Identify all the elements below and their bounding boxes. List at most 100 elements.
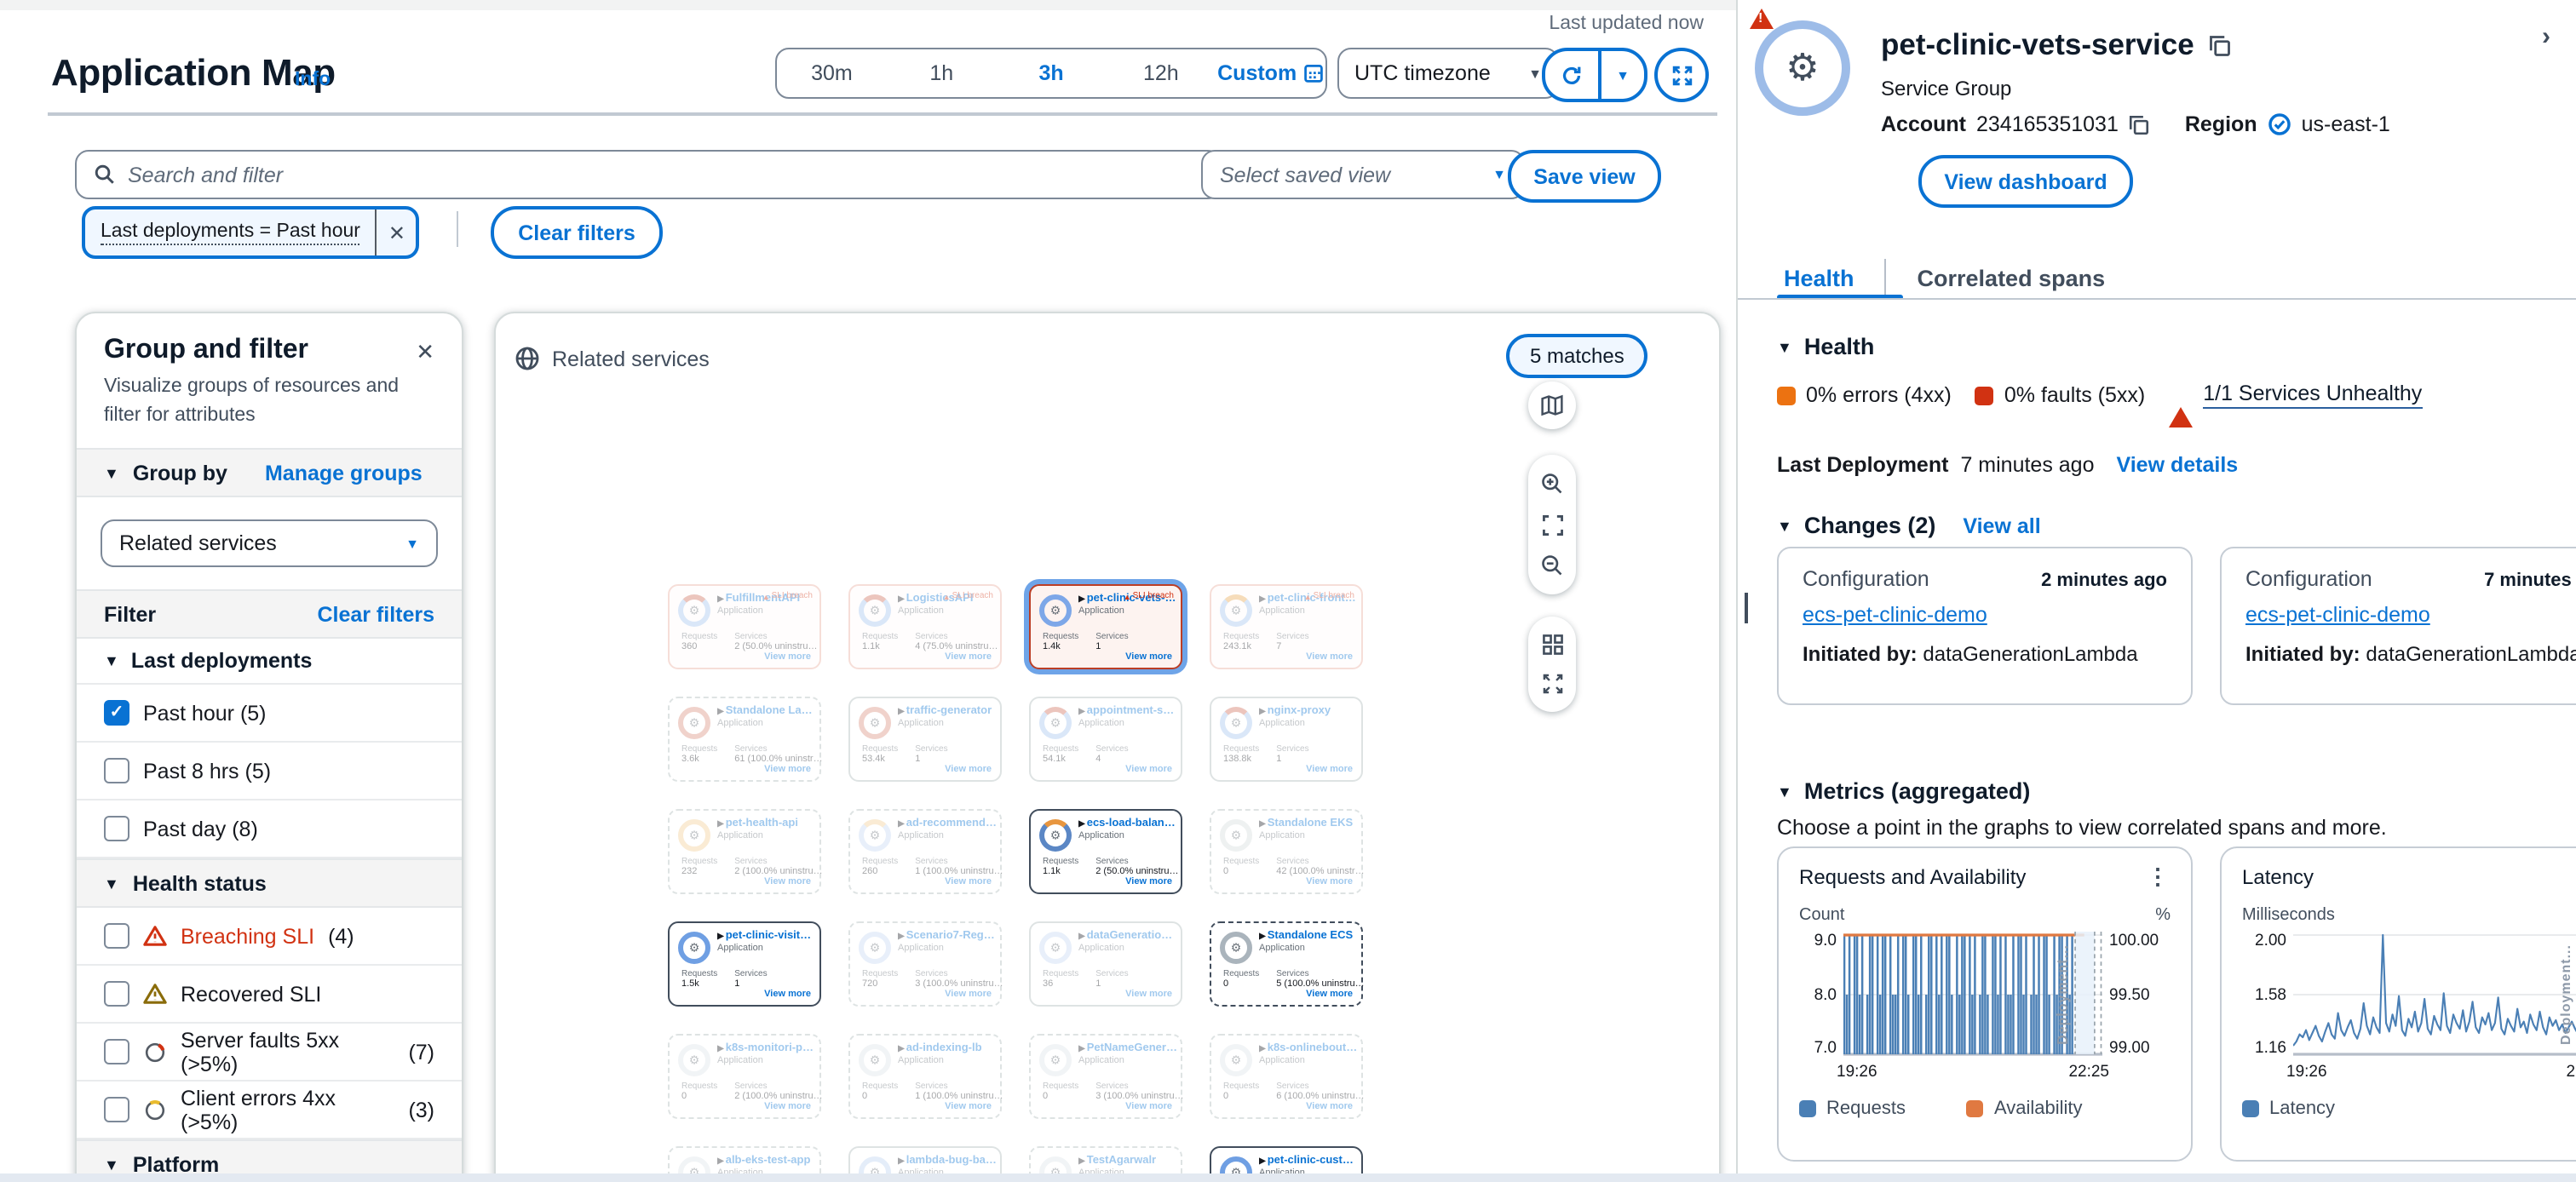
saved-view-select[interactable]: Select saved view ▼: [1201, 150, 1525, 199]
filter-option-past-8-hrs-5-[interactable]: Past 8 hrs (5): [77, 743, 462, 801]
health-section-header[interactable]: ▼ Health: [1777, 334, 1874, 359]
view-more-link[interactable]: View more: [1306, 877, 1353, 887]
info-link[interactable]: Info: [295, 70, 331, 90]
service-card-datagenerationlambda[interactable]: ⚙▶dataGenerationLambdaApplicationRequest…: [1029, 921, 1182, 1007]
last-deployments-section[interactable]: ▼ Last deployments: [77, 640, 462, 686]
matches-badge[interactable]: 5 matches: [1506, 334, 1648, 378]
unhealthy-link[interactable]: 1/1 Services Unhealthy: [2203, 382, 2422, 409]
legend-requests[interactable]: Requests: [1799, 1099, 1906, 1119]
view-more-link[interactable]: View more: [764, 877, 811, 887]
fit-to-screen-button[interactable]: [1541, 514, 1563, 536]
latency-chart-plot[interactable]: Deployment...: [2293, 932, 2576, 1058]
service-card-k8s-onlineboutique-60-[interactable]: ⚙▶k8s-onlineboutique-60...ApplicationReq…: [1210, 1034, 1363, 1119]
view-details-link[interactable]: View details: [2117, 453, 2239, 477]
checkbox[interactable]: [104, 817, 129, 842]
view-more-link[interactable]: View more: [945, 990, 992, 1000]
clear-filters-button[interactable]: Clear filters: [491, 206, 663, 259]
service-card-pet-clinic-vets-service[interactable]: ⚙▶pet-clinic-vets-serviceApplication▲SLI…: [1029, 584, 1182, 669]
filter-option-recovered-sli[interactable]: Recovered SLI: [77, 967, 462, 1024]
checkbox[interactable]: [104, 759, 129, 784]
filter-option-server-faults-5xx-5-[interactable]: Server faults 5xx (>5%)(7): [77, 1024, 462, 1082]
view-all-link[interactable]: View all: [1963, 514, 2040, 537]
time-range-12h[interactable]: 12h: [1106, 61, 1216, 85]
unhealthy-stat[interactable]: 1/1 Services Unhealthy: [2169, 382, 2422, 409]
checkbox[interactable]: [104, 1098, 129, 1123]
checkbox[interactable]: [104, 1040, 129, 1065]
service-card-logisticsapi[interactable]: ⚙▶LogisticsAPIApplication▲SLI breachRequ…: [848, 584, 1002, 669]
zoom-in-button[interactable]: [1540, 473, 1564, 496]
group-by-header[interactable]: ▼ Group by Manage groups: [77, 449, 462, 498]
service-card-ad-recommendation-lb[interactable]: ⚙▶ad-recommendation-lbApplicationRequest…: [848, 809, 1002, 894]
map-layers-button[interactable]: [1528, 382, 1576, 429]
view-more-link[interactable]: View more: [945, 765, 992, 775]
time-range-3h[interactable]: 3h: [997, 61, 1107, 85]
change-card[interactable]: Configuration 7 minutes ago ecs-pet-clin…: [2220, 547, 2576, 705]
checkbox[interactable]: [104, 924, 129, 950]
service-card-standalone-ecs[interactable]: ⚙▶Standalone ECSApplicationRequests0Serv…: [1210, 921, 1363, 1007]
grid-layout-button[interactable]: [1541, 634, 1563, 656]
legend-availability[interactable]: Availability: [1967, 1099, 2083, 1119]
remove-token-button[interactable]: ✕: [376, 209, 417, 255]
view-more-link[interactable]: View more: [764, 1102, 811, 1112]
checkbox[interactable]: ✓: [104, 701, 129, 726]
view-more-link[interactable]: View more: [1125, 765, 1172, 775]
view-more-link[interactable]: View more: [1306, 1102, 1353, 1112]
service-card-standalone-eks[interactable]: ⚙▶Standalone EKSApplicationRequests0Serv…: [1210, 809, 1363, 894]
change-card[interactable]: Configuration 2 minutes ago ecs-pet-clin…: [1777, 547, 2193, 705]
time-range-custom[interactable]: Custom: [1216, 61, 1325, 85]
view-more-link[interactable]: View more: [764, 652, 811, 663]
manage-groups-link[interactable]: Manage groups: [265, 462, 423, 485]
copy-icon[interactable]: [2208, 33, 2232, 57]
service-card-fulfillmentapi[interactable]: ⚙▶FulfillmentAPIApplication▲SLI breachRe…: [668, 584, 821, 669]
metrics-section-header[interactable]: ▼ Metrics (aggregated): [1777, 778, 2030, 804]
view-more-link[interactable]: View more: [1306, 765, 1353, 775]
view-more-link[interactable]: View more: [1125, 990, 1172, 1000]
change-resource-link[interactable]: ecs-pet-clinic-demo: [1803, 603, 1987, 627]
view-more-link[interactable]: View more: [764, 990, 811, 1000]
legend-latency[interactable]: Latency: [2242, 1099, 2335, 1119]
view-more-link[interactable]: View more: [1125, 1102, 1172, 1112]
view-dashboard-button[interactable]: View dashboard: [1918, 155, 2133, 208]
change-resource-link[interactable]: ecs-pet-clinic-demo: [2245, 603, 2430, 627]
service-card-pet-clinic-frontend-java[interactable]: ⚙▶pet-clinic-frontend-javaApplication▲SL…: [1210, 584, 1363, 669]
service-card-standalone-lambda[interactable]: ⚙▶Standalone LambdaApplicationRequests3.…: [668, 697, 821, 782]
health-status-section[interactable]: ▼ Health status: [77, 859, 462, 909]
service-card-nginx-proxy[interactable]: ⚙▶nginx-proxyApplicationRequests138.8kSe…: [1210, 697, 1363, 782]
service-card-traffic-generator[interactable]: ⚙▶traffic-generatorApplicationRequests53…: [848, 697, 1002, 782]
service-card-pet-health-api[interactable]: ⚙▶pet-health-apiApplicationRequests232Se…: [668, 809, 821, 894]
checkbox[interactable]: [104, 982, 129, 1007]
service-card-ad-indexing-lb[interactable]: ⚙▶ad-indexing-lbApplicationRequests0Serv…: [848, 1034, 1002, 1119]
service-card-petnamegenerator[interactable]: ⚙▶PetNameGeneratorApplicationRequests0Se…: [1029, 1034, 1182, 1119]
view-more-link[interactable]: View more: [764, 765, 811, 775]
tab-health[interactable]: Health: [1777, 265, 1861, 290]
refresh-options-button[interactable]: ▼: [1601, 51, 1644, 99]
kebab-menu-icon[interactable]: ⋮: [2147, 864, 2171, 891]
collapse-panel-chevron[interactable]: ›: [2542, 22, 2550, 51]
service-card-ecs-load-balancer[interactable]: ⚙▶ecs-load-balancerApplicationRequests1.…: [1029, 809, 1182, 894]
filter-option-past-day-8-[interactable]: Past day (8): [77, 801, 462, 859]
fullscreen-button[interactable]: [1654, 48, 1709, 102]
service-card-pet-clinic-visits-service[interactable]: ⚙▶pet-clinic-visits-serviceApplicationRe…: [668, 921, 821, 1007]
changes-header[interactable]: ▼ Changes (2): [1777, 513, 1935, 538]
group-by-select[interactable]: Related services ▼: [101, 520, 438, 568]
time-range-1h[interactable]: 1h: [887, 61, 997, 85]
save-view-button[interactable]: Save view: [1508, 150, 1661, 203]
service-card-scenario7-registerne-[interactable]: ⚙▶Scenario7-RegisterNe...ApplicationRequ…: [848, 921, 1002, 1007]
filter-option-past-hour-5-[interactable]: ✓Past hour (5): [77, 686, 462, 743]
view-more-link[interactable]: View more: [1306, 652, 1353, 663]
view-more-link[interactable]: View more: [1125, 877, 1172, 887]
view-more-link[interactable]: View more: [1125, 652, 1172, 663]
service-card-appointment-service-g-[interactable]: ⚙▶appointment-service-g...ApplicationReq…: [1029, 697, 1182, 782]
view-more-link[interactable]: View more: [945, 652, 992, 663]
filter-option-client-errors-4xx-5-[interactable]: Client errors 4xx (>5%)(3): [77, 1082, 462, 1140]
requests-chart-plot[interactable]: Deployment...: [1843, 932, 2102, 1058]
panel-clear-filters-link[interactable]: Clear filters: [317, 603, 434, 627]
search-input[interactable]: Search and filter: [75, 150, 1222, 199]
view-more-link[interactable]: View more: [945, 1102, 992, 1112]
filter-option-breaching-sli[interactable]: Breaching SLI(4): [77, 909, 462, 967]
copy-icon[interactable]: [2129, 113, 2151, 135]
timezone-select[interactable]: UTC timezone ▼: [1337, 48, 1559, 99]
view-more-link[interactable]: View more: [1306, 990, 1353, 1000]
service-card-k8s-monitori-prometh-[interactable]: ⚙▶k8s-monitori-prometh...ApplicationRequ…: [668, 1034, 821, 1119]
time-range-30m[interactable]: 30m: [777, 61, 887, 85]
